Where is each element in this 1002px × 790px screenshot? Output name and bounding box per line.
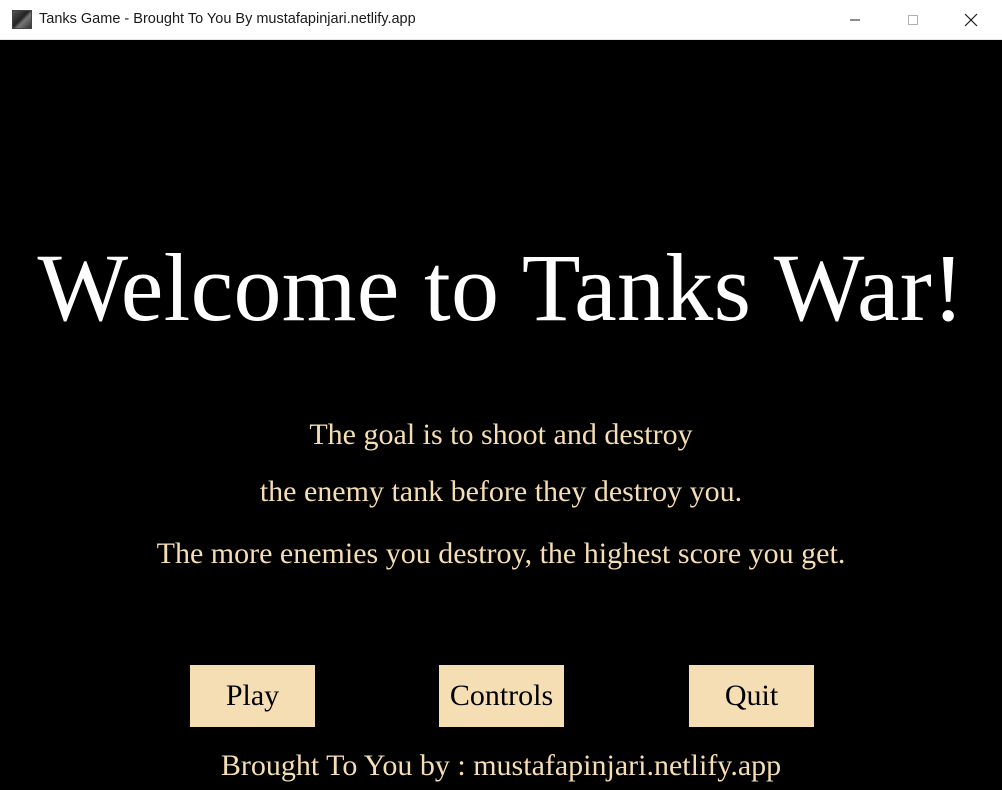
description-line-1: The goal is to shoot and destroy	[309, 418, 693, 451]
title-bar[interactable]: Tanks Game - Brought To You By mustafapi…	[0, 0, 1002, 40]
quit-button[interactable]: Quit	[689, 665, 814, 727]
minimize-button[interactable]	[826, 0, 884, 40]
maximize-button[interactable]	[884, 0, 942, 40]
tank-game-icon	[12, 10, 32, 29]
description-line-3: The more enemies you destroy, the highes…	[156, 537, 846, 570]
minimize-icon	[850, 19, 860, 21]
description-line-2: the enemy tank before they destroy you.	[259, 475, 743, 508]
play-button[interactable]: Play	[190, 665, 315, 727]
game-canvas: Welcome to Tanks War! The goal is to sho…	[0, 40, 1002, 790]
welcome-headline: Welcome to Tanks War!	[37, 234, 965, 341]
window-title: Tanks Game - Brought To You By mustafapi…	[39, 11, 416, 27]
close-icon	[964, 13, 978, 27]
close-button[interactable]	[942, 0, 1000, 40]
app-window: Tanks Game - Brought To You By mustafapi…	[0, 0, 1002, 790]
maximize-icon	[908, 15, 918, 25]
credit-text: Brought To You by : mustafapinjari.netli…	[220, 749, 782, 782]
controls-button[interactable]: Controls	[439, 665, 564, 727]
